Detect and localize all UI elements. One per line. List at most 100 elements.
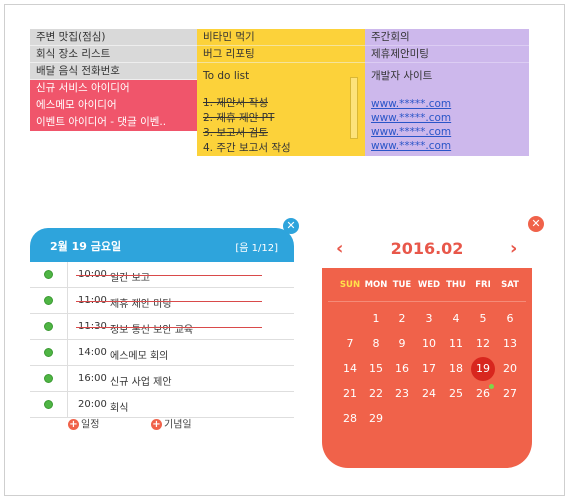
- calendar-day[interactable]: 16: [389, 358, 415, 380]
- status-dot-icon[interactable]: [44, 400, 53, 409]
- status-dot-icon[interactable]: [44, 296, 53, 305]
- calendar-day[interactable]: 13: [497, 333, 523, 355]
- calendar-day[interactable]: 15: [363, 358, 389, 380]
- weekday-label: THU: [446, 280, 466, 290]
- calendar-day[interactable]: 23: [389, 383, 415, 405]
- todo-note[interactable]: To do list 1. 제안서 작성 2. 제휴 제안 PT 3. 보고서 …: [197, 63, 365, 156]
- schedule-row[interactable]: 16:00 신규 사업 제안: [30, 366, 294, 392]
- close-icon[interactable]: ✕: [283, 218, 299, 234]
- calendar-day[interactable]: 5: [470, 308, 496, 330]
- calendar-day[interactable]: 20: [497, 358, 523, 380]
- dev-site-note[interactable]: 개발자 사이트 www.*****.com www.*****.com www.…: [365, 63, 529, 153]
- divider: [67, 340, 68, 366]
- note-item[interactable]: 신규 서비스 아이디어: [30, 80, 197, 97]
- schedule-row[interactable]: 20:00 회식: [30, 392, 294, 418]
- add-schedule-button[interactable]: + 일정: [68, 419, 99, 432]
- schedule-time: 16:00: [78, 373, 107, 384]
- calendar-day[interactable]: 29: [363, 408, 389, 430]
- add-anniversary-label: 기념일: [164, 419, 192, 431]
- status-dot-icon[interactable]: [44, 322, 53, 331]
- calendar-day[interactable]: 8: [363, 333, 389, 355]
- note-item[interactable]: 주간회의: [365, 29, 529, 46]
- schedule-header: 2월 19 금요일 [음 1/12]: [30, 228, 294, 262]
- status-dot-icon[interactable]: [44, 270, 53, 279]
- todo-item-done: 3. 보고서 검토: [203, 127, 268, 139]
- calendar-day[interactable]: 24: [416, 383, 442, 405]
- schedule-time: 20:00: [78, 399, 107, 410]
- strike-line: [76, 327, 262, 328]
- chevron-right-icon[interactable]: ›: [510, 239, 517, 259]
- weekday-label: FRI: [475, 280, 491, 290]
- calendar-day[interactable]: 18: [443, 358, 469, 380]
- add-schedule-label: 일정: [81, 419, 100, 431]
- divider: [328, 301, 526, 302]
- divider: [67, 288, 68, 314]
- close-icon[interactable]: ✕: [528, 216, 544, 232]
- note-item[interactable]: 제휴제안미팅: [365, 46, 529, 63]
- calendar-day[interactable]: 28: [337, 408, 363, 430]
- weekday-label: MON: [364, 280, 388, 290]
- calendar-day[interactable]: 10: [416, 333, 442, 355]
- calendar-widget: ✕ 2016.02 ‹ › SUN MON TUE WED THU FRI SAT 1234…: [322, 214, 544, 468]
- schedule-page-indicator[interactable]: [음 1/12]: [235, 239, 278, 254]
- weekday-label: SUN: [339, 280, 361, 290]
- todo-item-done: 2. 제휴 제안 PT: [203, 112, 275, 124]
- note-item[interactable]: 이벤트 아이디어 - 댓글 이벤..: [30, 114, 197, 131]
- site-link[interactable]: www.*****.com: [371, 139, 523, 153]
- schedule-date: 2월 19 금요일: [50, 240, 122, 253]
- chevron-left-icon[interactable]: ‹: [336, 239, 343, 259]
- calendar-grid: SUN MON TUE WED THU FRI SAT 1 2 3 4 5 6 7 8 9 10 11 12 13 1…: [322, 268, 532, 468]
- add-anniversary-button[interactable]: + 기념일: [151, 419, 192, 432]
- schedule-row[interactable]: 11:00제휴 제안 미팅: [30, 288, 294, 314]
- weekday-label: SAT: [501, 280, 519, 290]
- schedule-title: 신규 사업 제안: [110, 377, 172, 388]
- calendar-day[interactable]: 1: [363, 308, 389, 330]
- note-column-2: 비타민 먹기 버그 리포팅 To do list 1. 제안서 작성 2. 제휴…: [197, 29, 365, 156]
- note-item[interactable]: 회식 장소 리스트: [30, 46, 197, 63]
- calendar-day[interactable]: 19: [470, 358, 496, 380]
- calendar-day[interactable]: 21: [337, 383, 363, 405]
- event-dot-icon: [489, 384, 494, 389]
- status-dot-icon[interactable]: [44, 348, 53, 357]
- schedule-row[interactable]: 10:00일간 보고: [30, 262, 294, 288]
- calendar-day[interactable]: 22: [363, 383, 389, 405]
- calendar-day[interactable]: 6: [497, 308, 523, 330]
- calendar-day[interactable]: 14: [337, 358, 363, 380]
- calendar-day[interactable]: 25: [443, 383, 469, 405]
- todo-item-done: 1. 제안서 작성: [203, 97, 268, 109]
- strike-line: [76, 301, 262, 302]
- calendar-month-title: 2016.02: [390, 239, 464, 258]
- note-item[interactable]: 에스메모 아이디어: [30, 97, 197, 114]
- calendar-day[interactable]: 4: [443, 308, 469, 330]
- calendar-day[interactable]: 12: [470, 333, 496, 355]
- schedule-time: 14:00: [78, 347, 107, 358]
- schedule-row[interactable]: 14:00 에스메모 회의: [30, 340, 294, 366]
- note-item[interactable]: 주변 맛집(점심): [30, 29, 197, 46]
- divider: [67, 262, 68, 288]
- note-item[interactable]: 배달 음식 전화번호: [30, 63, 197, 80]
- todo-item: 4. 주간 보고서 작성: [203, 142, 291, 154]
- site-link[interactable]: www.*****.com: [371, 125, 523, 139]
- status-dot-icon[interactable]: [44, 374, 53, 383]
- calendar-day[interactable]: 2: [389, 308, 415, 330]
- calendar-day[interactable]: 11: [443, 333, 469, 355]
- site-link[interactable]: www.*****.com: [371, 97, 523, 111]
- divider: [67, 314, 68, 340]
- note-column-3: 주간회의 제휴제안미팅 개발자 사이트 www.*****.com www.**…: [365, 29, 529, 156]
- plus-icon: +: [151, 419, 162, 430]
- calendar-day[interactable]: 9: [389, 333, 415, 355]
- calendar-day[interactable]: 17: [416, 358, 442, 380]
- calendar-day[interactable]: 7: [337, 333, 363, 355]
- schedule-title: 정보 통신 보안 교육: [110, 325, 194, 336]
- calendar-day[interactable]: 27: [497, 383, 523, 405]
- calendar-day[interactable]: 3: [416, 308, 442, 330]
- note-scrollbar[interactable]: [350, 77, 358, 139]
- note-item[interactable]: 비타민 먹기: [197, 29, 365, 46]
- schedule-row[interactable]: 11:30정보 통신 보안 교육: [30, 314, 294, 340]
- schedule-title: 일간 보고: [110, 273, 150, 284]
- weekday-label: TUE: [392, 280, 412, 290]
- divider: [67, 392, 68, 418]
- site-link[interactable]: www.*****.com: [371, 111, 523, 125]
- note-item[interactable]: 버그 리포팅: [197, 46, 365, 63]
- dev-site-title: 개발자 사이트: [371, 70, 433, 82]
